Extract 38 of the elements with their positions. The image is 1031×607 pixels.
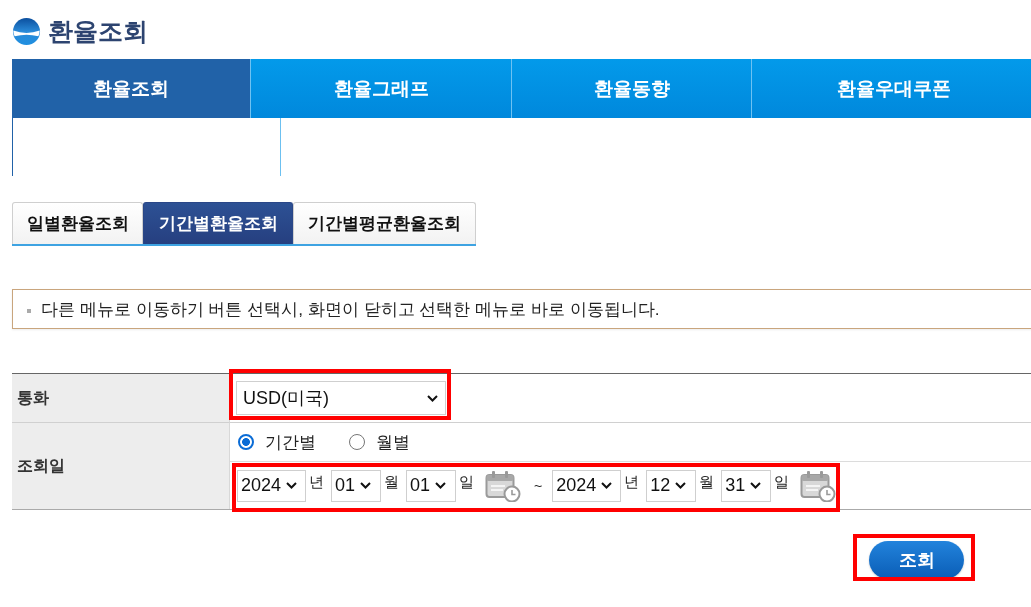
sub-tab[interactable]: 일별환율조회 [12,202,143,244]
form-label-cell: 통화 [12,374,230,423]
chevron-down-icon [435,482,447,489]
date-unit-label: 월 [384,473,399,492]
main-nav-tab[interactable]: 환율조회 [12,59,251,118]
radio-button[interactable] [349,434,365,450]
search-button[interactable]: 조회 [869,541,964,579]
year-select[interactable]: 2024 [552,469,622,502]
date-unit-label: 월 [699,473,715,492]
currency-select[interactable]: USD(미국) [236,381,446,415]
sub-tab[interactable]: 기간별평균환율조회 [293,202,476,244]
chevron-down-icon [286,482,298,489]
bullet-icon [27,308,31,313]
radio-label[interactable]: 기간별 [265,430,316,454]
day-select[interactable]: 01 [406,469,456,502]
date-unit-label: 일 [459,473,474,492]
calendar-clock-icon[interactable] [800,469,837,502]
chevron-down-icon [427,394,438,402]
notice-text: 다른 메뉴로 이동하기 버튼 선택시, 화면이 닫히고 선택한 메뉴로 바로 이동됩니다. [41,298,660,321]
chevron-down-icon [750,482,762,489]
month-select[interactable]: 12 [646,469,697,502]
day-select[interactable]: 31 [721,469,772,502]
radio-label[interactable]: 월별 [376,430,410,454]
chevron-down-icon [601,482,613,489]
chevron-down-icon [360,482,372,489]
radio-button[interactable] [238,434,254,450]
range-separator: ~ [534,477,543,494]
form-label-cell: 조회일 [12,423,230,509]
month-select[interactable]: 01 [331,469,381,502]
chevron-down-icon [675,482,687,489]
globe-logo-icon [12,16,41,46]
page-title: 환율조회 [48,15,148,47]
year-select[interactable]: 2024 [237,469,306,502]
date-unit-label: 년 [624,473,640,492]
date-unit-label: 년 [309,473,324,492]
sub-tab[interactable]: 기간별환율조회 [143,202,293,244]
date-unit-label: 일 [774,473,790,492]
calendar-clock-icon[interactable] [485,469,521,502]
